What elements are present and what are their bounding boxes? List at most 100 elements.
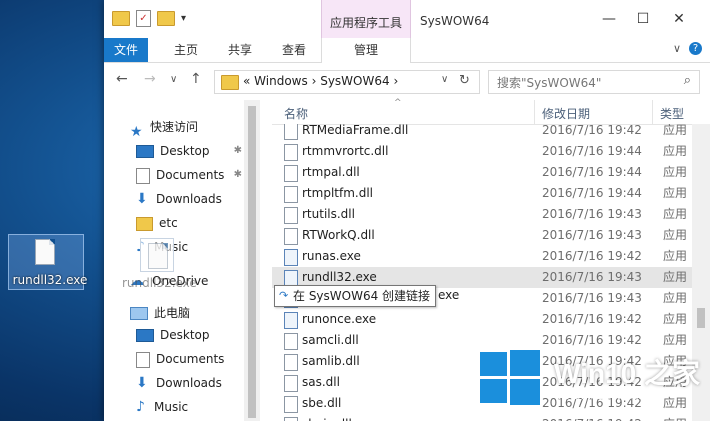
file-type: 应用 bbox=[663, 165, 688, 179]
file-icon bbox=[148, 243, 168, 269]
file-date: 2016/7/16 19:44 bbox=[542, 144, 642, 158]
file-date: 2016/7/16 19:43 bbox=[542, 270, 642, 284]
desktop-icon bbox=[136, 145, 154, 158]
file-type: 应用 bbox=[663, 333, 688, 347]
address-dropdown-icon[interactable]: ∨ bbox=[441, 74, 448, 85]
search-input[interactable]: 搜索"SysWOW64" ⌕ bbox=[488, 70, 700, 94]
tab-share[interactable]: 共享 bbox=[220, 38, 260, 62]
file-icon bbox=[35, 239, 55, 265]
search-placeholder: 搜索"SysWOW64" bbox=[497, 76, 602, 90]
breadcrumb-syswow64[interactable]: SysWOW64 bbox=[320, 74, 389, 88]
nav-label: Documents bbox=[156, 352, 225, 366]
help-icon[interactable]: ? bbox=[689, 42, 702, 55]
tab-home[interactable]: 主页 bbox=[166, 38, 206, 62]
quick-access-toolbar: ✓ ▾ bbox=[112, 10, 186, 27]
file-type: 应用 bbox=[663, 144, 688, 158]
table-row[interactable]: rtmpal.dll 2016/7/16 19:44 应用 bbox=[272, 162, 692, 183]
scrollbar-thumb[interactable] bbox=[248, 106, 256, 418]
nav-label: Downloads bbox=[156, 376, 222, 390]
watermark-url: www.win10xitong.com bbox=[554, 390, 663, 402]
table-row[interactable]: rtmmvrortc.dll 2016/7/16 19:44 应用 bbox=[272, 141, 692, 162]
new-folder-icon[interactable] bbox=[157, 11, 175, 26]
dll-file-icon bbox=[284, 186, 298, 203]
ribbon-controls: ∨ ? bbox=[673, 42, 702, 55]
breadcrumb-overflow[interactable]: « bbox=[243, 74, 250, 88]
title-bar: ✓ ▾ 应用程序工具 SysWOW64 — ☐ ✕ bbox=[104, 0, 710, 62]
table-row[interactable]: RTWorkQ.dll 2016/7/16 19:43 应用 bbox=[272, 225, 692, 246]
back-arrow-icon[interactable]: ← bbox=[116, 71, 128, 87]
nav-pc-music[interactable]: ♪ Music bbox=[136, 396, 188, 418]
computer-icon bbox=[130, 307, 148, 320]
recent-dropdown-icon[interactable]: ∨ bbox=[170, 74, 177, 85]
tab-view[interactable]: 查看 bbox=[274, 38, 314, 62]
dll-file-icon bbox=[284, 207, 298, 224]
file-type: 应用 bbox=[663, 312, 688, 326]
file-name: sas.dll bbox=[302, 375, 340, 389]
nav-pc-documents[interactable]: Documents bbox=[136, 348, 224, 370]
nav-item-etc[interactable]: etc bbox=[136, 212, 178, 234]
tab-file[interactable]: 文件 bbox=[104, 38, 148, 62]
file-date: 2016/7/16 19:43 bbox=[542, 291, 642, 305]
breadcrumb-separator-icon: › bbox=[311, 74, 321, 88]
tab-manage[interactable]: 管理 bbox=[321, 38, 411, 63]
nav-pc-desktop[interactable]: Desktop bbox=[136, 324, 210, 346]
ribbon-tabs: 文件 主页 共享 查看 管理 ∨ ? bbox=[104, 38, 710, 63]
expand-ribbon-icon[interactable]: ∨ bbox=[673, 42, 681, 55]
scrollbar-thumb[interactable] bbox=[697, 308, 705, 328]
breadcrumb-separator-icon: › bbox=[393, 74, 399, 88]
up-arrow-icon[interactable]: ↑ bbox=[190, 71, 202, 87]
file-name: samlib.dll bbox=[302, 354, 360, 368]
drag-ghost-label: rundll32.exe bbox=[122, 276, 197, 290]
desktop-file-icon-rundll32[interactable]: rundll32.exe bbox=[8, 234, 87, 290]
nav-quick-access[interactable]: ★ 快速访问 bbox=[130, 116, 198, 140]
address-row: ← → ∨ ↑ « Windows › SysWOW64 › ∨ ↻ 搜索"Sy… bbox=[104, 63, 710, 99]
file-date: 2016/7/16 19:43 bbox=[542, 228, 642, 242]
table-row[interactable]: rtmpltfm.dll 2016/7/16 19:44 应用 bbox=[272, 183, 692, 204]
dll-file-icon bbox=[284, 354, 298, 371]
file-name: rtmpal.dll bbox=[302, 165, 360, 179]
nav-label: Desktop bbox=[160, 144, 210, 158]
breadcrumb: « Windows › SysWOW64 › bbox=[243, 74, 398, 88]
nav-label: Documents bbox=[156, 168, 225, 182]
maximize-button[interactable]: ☐ bbox=[628, 8, 658, 30]
column-divider[interactable] bbox=[534, 100, 535, 124]
nav-item-downloads[interactable]: ⬇ Downloads bbox=[136, 188, 222, 210]
nav-item-desktop[interactable]: Desktop ✱ bbox=[136, 140, 242, 162]
pin-icon: ✱ bbox=[233, 169, 242, 180]
desktop-icon bbox=[136, 329, 154, 342]
column-divider[interactable] bbox=[652, 100, 653, 124]
table-row[interactable]: runonce.exe 2016/7/16 19:42 应用 bbox=[272, 309, 692, 330]
nav-label: 此电脑 bbox=[154, 306, 191, 320]
properties-icon[interactable]: ✓ bbox=[136, 10, 151, 27]
nav-label: Desktop bbox=[160, 328, 210, 342]
dll-file-icon bbox=[284, 165, 298, 182]
file-date: 2016/7/16 19:42 bbox=[542, 249, 642, 263]
forward-arrow-icon[interactable]: → bbox=[144, 71, 156, 87]
folder-icon bbox=[136, 216, 153, 231]
file-type: 应用 bbox=[663, 249, 688, 263]
download-arrow-icon: ⬇ bbox=[136, 375, 148, 391]
music-note-icon: ♪ bbox=[136, 399, 145, 415]
file-name: sbeio.dll bbox=[302, 414, 352, 421]
table-row[interactable]: rtutils.dll 2016/7/16 19:43 应用 bbox=[272, 204, 692, 225]
column-type[interactable]: 类型 bbox=[660, 105, 684, 122]
qat-dropdown-icon[interactable]: ▾ bbox=[181, 13, 186, 24]
column-name[interactable]: 名称 bbox=[284, 105, 308, 122]
table-row[interactable]: RTMediaFrame.dll 2016/7/16 19:42 应用 bbox=[272, 124, 692, 141]
folder-icon bbox=[112, 11, 130, 26]
sort-ascending-icon: ^ bbox=[394, 98, 402, 108]
refresh-icon[interactable]: ↻ bbox=[459, 73, 470, 88]
nav-scrollbar[interactable] bbox=[244, 100, 260, 421]
nav-item-documents[interactable]: Documents ✱ bbox=[136, 164, 242, 186]
column-date[interactable]: 修改日期 bbox=[542, 105, 590, 122]
watermark-title: Win10 之家 bbox=[554, 358, 700, 389]
minimize-button[interactable]: — bbox=[594, 8, 624, 30]
nav-pc-downloads[interactable]: ⬇ Downloads bbox=[136, 372, 222, 394]
table-row[interactable]: runas.exe 2016/7/16 19:42 应用 bbox=[272, 246, 692, 267]
table-row[interactable]: samcli.dll 2016/7/16 19:42 应用 bbox=[272, 330, 692, 351]
breadcrumb-windows[interactable]: Windows bbox=[254, 74, 308, 88]
nav-this-pc[interactable]: 此电脑 bbox=[130, 302, 190, 324]
address-bar[interactable]: « Windows › SysWOW64 › ∨ ↻ bbox=[214, 70, 480, 94]
file-date: 2016/7/16 19:42 bbox=[542, 124, 642, 137]
close-button[interactable]: ✕ bbox=[664, 8, 694, 30]
